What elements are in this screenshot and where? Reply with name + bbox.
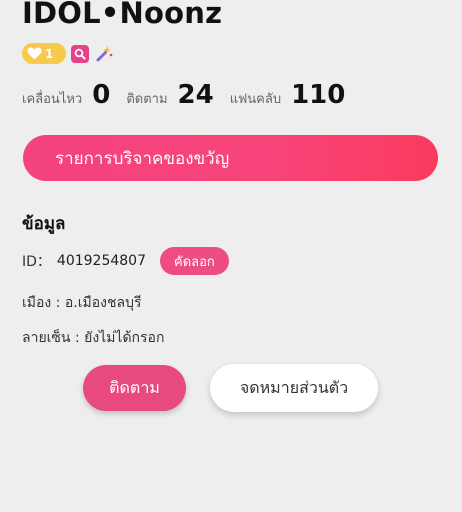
search-icon — [71, 44, 89, 63]
fans-count[interactable]: 110 — [291, 80, 345, 110]
user-id-value: 4019254807 — [56, 253, 146, 269]
moments-count[interactable]: 0 — [92, 80, 110, 110]
follow-button[interactable]: ติดตาม — [83, 365, 186, 411]
signature-info: ลายเซ็น : ยังไม่ได้กรอก — [22, 330, 165, 346]
city-info: เมือง : อ.เมืองชลบุรี — [22, 295, 142, 311]
gift-donation-list-label: รายการบริจาคของขวัญ — [55, 148, 230, 169]
heart-icon — [27, 47, 42, 60]
magic-wand-icon — [94, 44, 114, 64]
badge-row: 1 — [22, 43, 114, 64]
user-id-row: ID： 4019254807 คัดลอก — [22, 246, 229, 276]
level-badge: 1 — [22, 43, 66, 64]
moments-label: เคลื่อนไหว — [22, 92, 83, 107]
level-value: 1 — [45, 46, 54, 61]
fans-label: แฟนคลับ — [229, 92, 282, 107]
copy-id-button[interactable]: คัดลอก — [160, 247, 229, 275]
private-message-button[interactable]: จดหมายส่วนตัว — [210, 364, 378, 412]
info-section-title: ข้อมูล — [22, 214, 66, 234]
following-count[interactable]: 24 — [178, 80, 214, 110]
stats-row: เคลื่อนไหว 0 ติดตาม 24 แฟนคลับ 110 — [22, 80, 361, 114]
user-id-label: ID： — [22, 254, 51, 270]
gift-donation-list-button[interactable]: รายการบริจาคของขวัญ — [23, 135, 438, 181]
username: IDOL•Noonz — [22, 0, 223, 30]
following-label: ติดตาม — [126, 92, 168, 107]
